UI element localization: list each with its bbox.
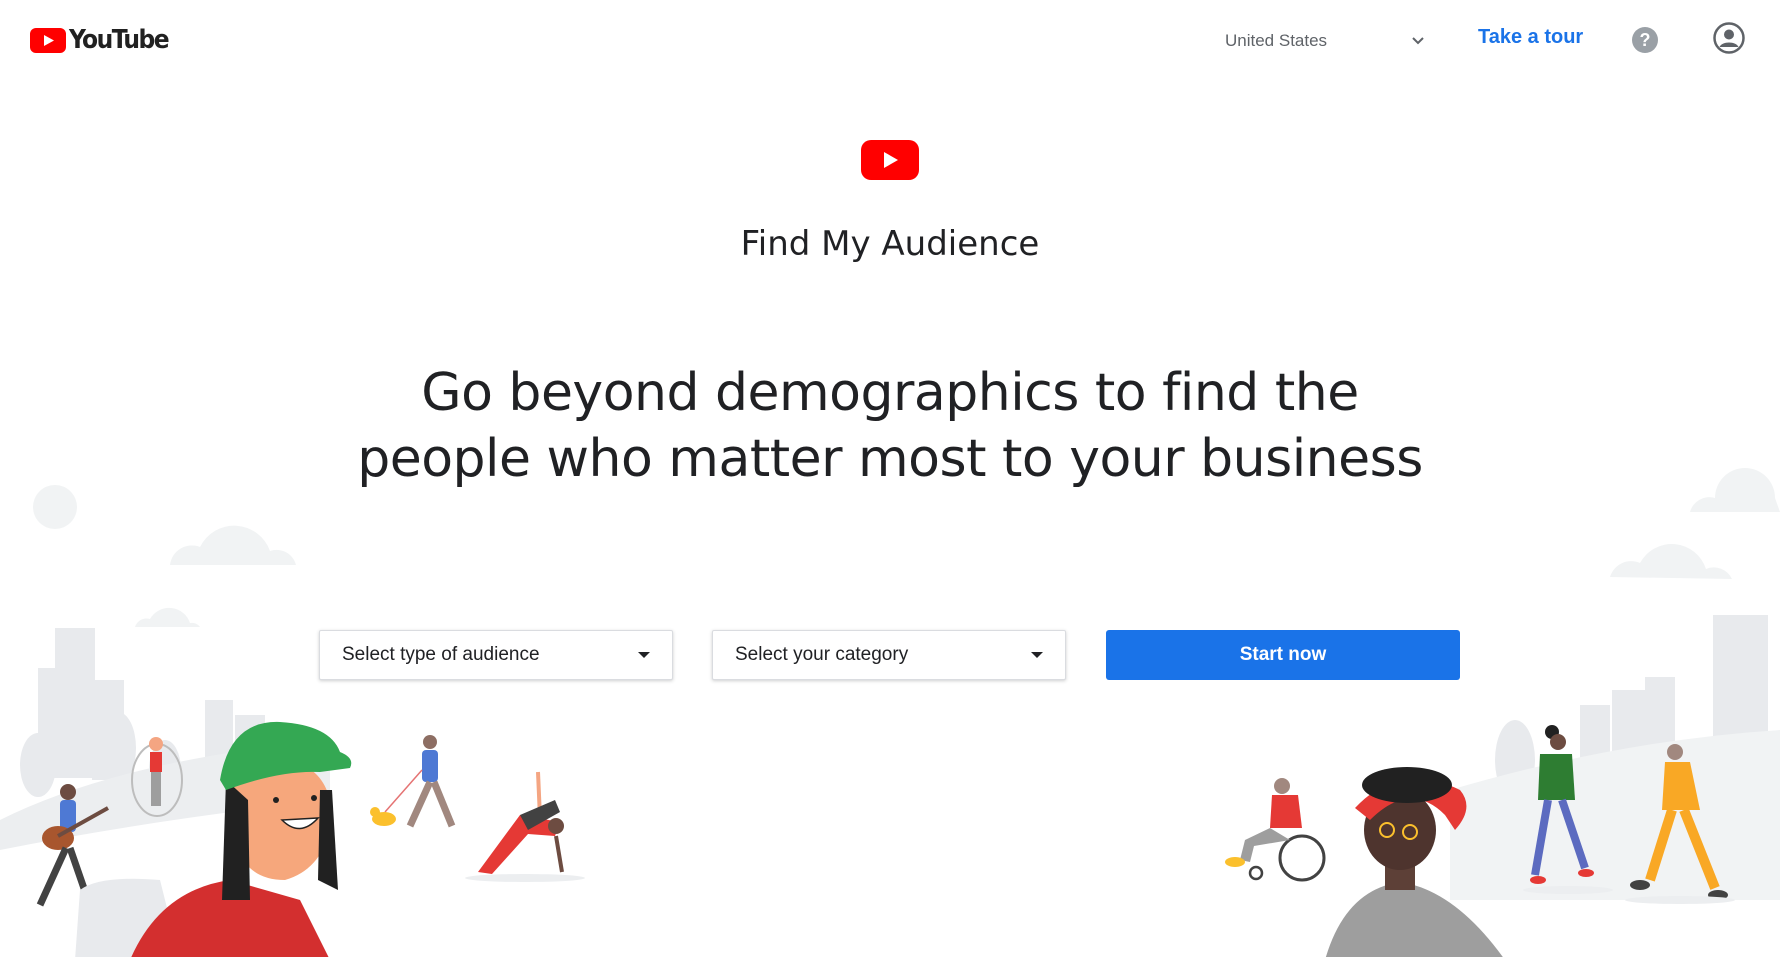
take-a-tour-link[interactable]: Take a tour [1478, 26, 1583, 49]
cloud-shape [170, 525, 296, 565]
top-header: YouTube United States Take a tour ? [0, 0, 1780, 80]
cloud-shape [1610, 544, 1732, 579]
youtube-brand-icon [861, 140, 919, 180]
decor-bubble [33, 485, 77, 529]
cloud-shape [1690, 468, 1780, 512]
headline-line-1: Go beyond demographics to find the [421, 363, 1359, 423]
youtube-logo[interactable]: YouTube [30, 25, 170, 55]
chevron-down-icon [1412, 37, 1424, 45]
people-illustration [0, 468, 1780, 957]
product-title: Find My Audience [740, 224, 1040, 264]
help-circle-icon[interactable]: ? [1632, 27, 1658, 53]
youtube-play-icon [30, 27, 66, 53]
wheelchair-user-figure [1225, 778, 1326, 882]
cloud-shape [135, 607, 200, 627]
country-selector[interactable]: United States [1225, 26, 1425, 56]
country-label: United States [1225, 31, 1328, 50]
account-circle-icon[interactable] [1713, 22, 1745, 54]
dog-walker-figure [370, 735, 456, 828]
svg-text:?: ? [1640, 30, 1651, 50]
yoga-figure [465, 771, 585, 882]
logo-wordmark: YouTube [69, 25, 170, 55]
